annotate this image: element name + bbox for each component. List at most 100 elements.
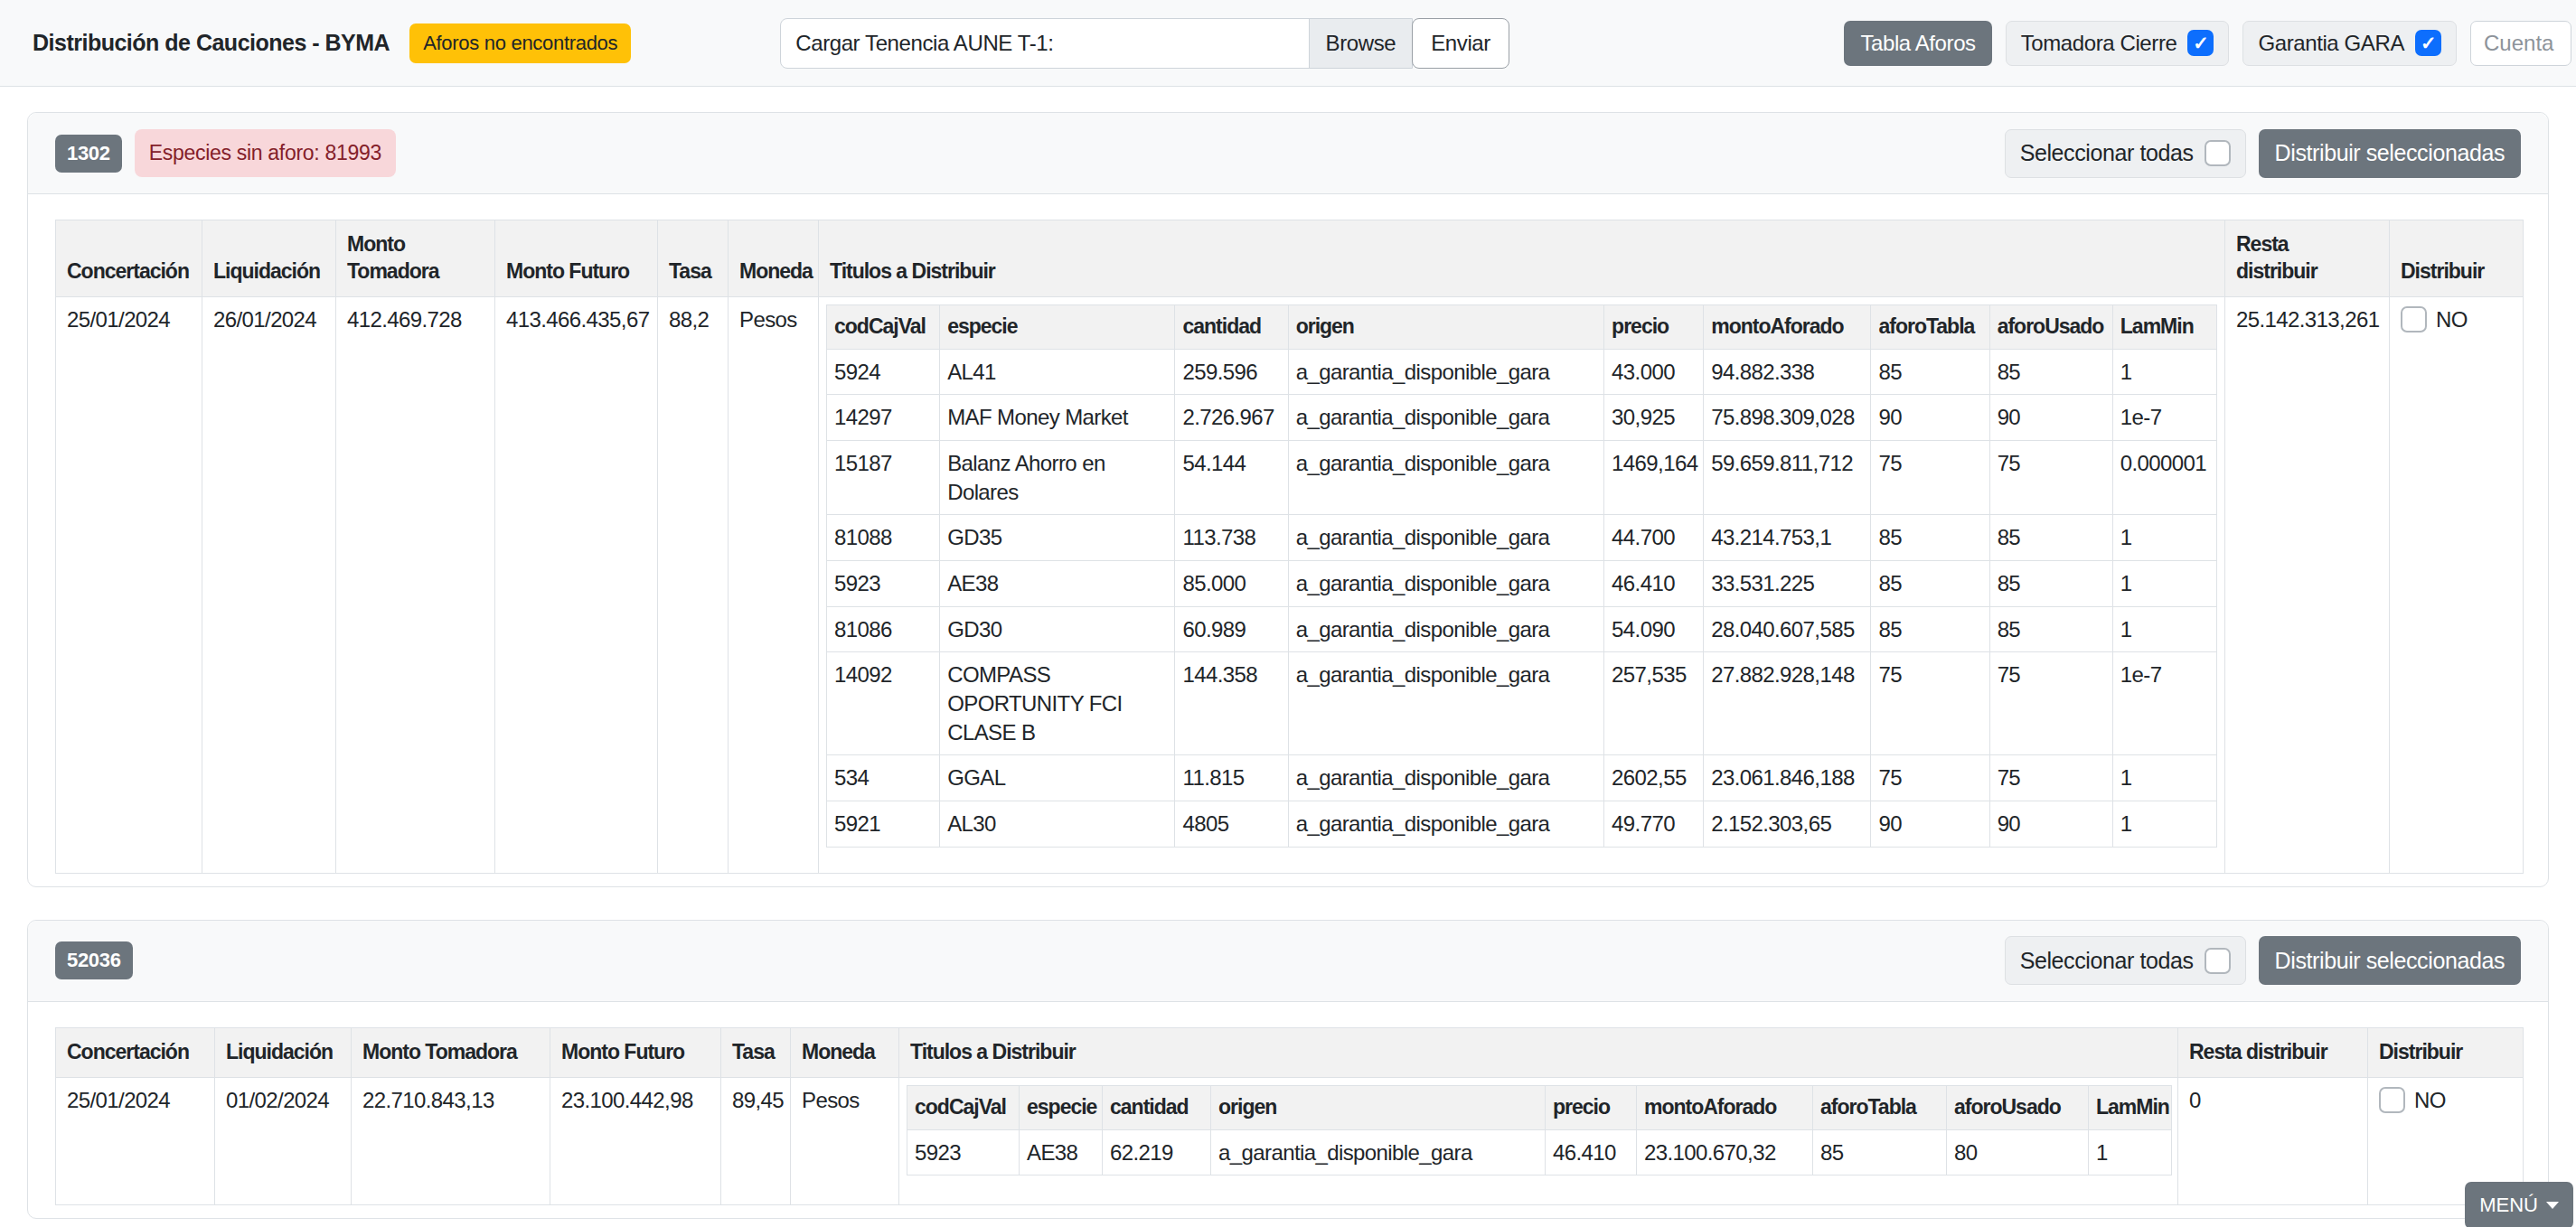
titulos-table: codCajVal especie cantidad origen precio… <box>907 1085 2172 1176</box>
col-codcajval: codCajVal <box>827 304 940 349</box>
titulo-cell: GGAL <box>940 755 1175 801</box>
titulo-cell: a_garantia_disponible_gara <box>1288 652 1603 755</box>
cell-monto-futuro: 413.466.435,67 <box>495 296 658 873</box>
col-lammin: LamMin <box>2112 304 2216 349</box>
menu-button[interactable]: MENÚ <box>2465 1182 2573 1227</box>
especies-sin-aforo-badge: Especies sin aforo: 81993 <box>135 129 396 177</box>
titulo-cell: 2.152.303,65 <box>1704 801 1871 848</box>
col-precio: precio <box>1546 1085 1637 1129</box>
titulo-cell: 80 <box>1947 1129 2089 1175</box>
caucion-card-1: 1302 Especies sin aforo: 81993 Seleccion… <box>27 112 2549 887</box>
enviar-button[interactable]: Enviar <box>1412 18 1509 69</box>
cell-concertacion: 25/01/2024 <box>56 1077 215 1205</box>
cell-titulos: codCajVal especie cantidad origen precio… <box>819 296 2225 873</box>
select-all-checkbox[interactable] <box>2205 140 2231 166</box>
distribuir-checkbox[interactable] <box>2401 306 2427 333</box>
col-cantidad: cantidad <box>1175 304 1288 349</box>
card-1-actions: Seleccionar todas Distribuir seleccionad… <box>2005 129 2521 178</box>
titulo-cell: 81088 <box>827 515 940 561</box>
distribute-selected-button[interactable]: Distribuir seleccionadas <box>2259 936 2521 985</box>
titulo-cell: 5923 <box>907 1129 1020 1175</box>
titulo-cell: 4805 <box>1175 801 1288 848</box>
tomadora-cierre-toggle[interactable]: Tomadora Cierre ✓ <box>2006 21 2230 66</box>
titulo-cell: a_garantia_disponible_gara <box>1288 349 1603 395</box>
col-lammin: LamMin <box>2089 1085 2172 1129</box>
cell-tasa: 88,2 <box>658 296 729 873</box>
titulo-cell: 54.144 <box>1175 441 1288 515</box>
titulo-cell: 1 <box>2089 1129 2172 1175</box>
titulo-cell: AL30 <box>940 801 1175 848</box>
card-2-badges: 52036 <box>55 941 133 979</box>
col-monto-tomadora: Monto Tomadora <box>336 220 495 297</box>
file-input[interactable]: Cargar Tenencia AUNE T-1: Browse <box>780 18 1413 69</box>
browse-button[interactable]: Browse <box>1309 19 1413 68</box>
titulo-cell: 85 <box>1989 606 2112 652</box>
caucion-row: 25/01/2024 01/02/2024 22.710.843,13 23.1… <box>56 1077 2524 1205</box>
titulo-cell: 14297 <box>827 395 940 441</box>
top-navbar: Distribución de Cauciones - BYMA Aforos … <box>0 0 2576 87</box>
titulo-cell: 33.531.225 <box>1704 561 1871 607</box>
distribute-selected-button[interactable]: Distribuir seleccionadas <box>2259 129 2521 178</box>
cell-resta-distribuir: 0 <box>2178 1077 2368 1205</box>
select-all-toggle[interactable]: Seleccionar todas <box>2005 936 2246 985</box>
col-resta-distribuir: Resta distribuir <box>2178 1027 2368 1077</box>
titulo-cell: 1e-7 <box>2112 652 2216 755</box>
col-precio: precio <box>1604 304 1704 349</box>
titulo-cell: 23.100.670,32 <box>1637 1129 1813 1175</box>
cell-liquidacion: 26/01/2024 <box>202 296 336 873</box>
titulo-cell: 46.410 <box>1604 561 1704 607</box>
col-monto-futuro: Monto Futuro <box>495 220 658 297</box>
titulo-cell: 90 <box>1871 801 1989 848</box>
titulo-cell: a_garantia_disponible_gara <box>1288 395 1603 441</box>
cell-liquidacion: 01/02/2024 <box>215 1077 352 1205</box>
titulo-cell: AE38 <box>940 561 1175 607</box>
cell-moneda: Pesos <box>791 1077 899 1205</box>
titulos-header-row: codCajVal especie cantidad origen precio… <box>907 1085 2172 1129</box>
distribuir-label: NO <box>2414 1086 2446 1115</box>
garantia-gara-toggle[interactable]: Garantia GARA ✓ <box>2242 21 2457 66</box>
titulo-cell: COMPASS OPORTUNITY FCI CLASE B <box>940 652 1175 755</box>
card-2-actions: Seleccionar todas Distribuir seleccionad… <box>2005 936 2521 985</box>
select-all-toggle[interactable]: Seleccionar todas <box>2005 129 2246 178</box>
tabla-aforos-button[interactable]: Tabla Aforos <box>1844 21 1991 66</box>
titulo-cell: 1 <box>2112 561 2216 607</box>
cuenta-input[interactable] <box>2470 21 2571 66</box>
caret-down-icon <box>2546 1202 2559 1209</box>
tomadora-cierre-checkbox[interactable]: ✓ <box>2187 30 2214 56</box>
select-all-checkbox[interactable] <box>2205 948 2231 974</box>
titulo-cell: 60.989 <box>1175 606 1288 652</box>
file-input-label: Cargar Tenencia AUNE T-1: <box>781 19 1308 68</box>
titulo-cell: 81086 <box>827 606 940 652</box>
col-resta-distribuir: Resta distribuir <box>2225 220 2390 297</box>
titulo-cell: 85.000 <box>1175 561 1288 607</box>
card-1-header: 1302 Especies sin aforo: 81993 Seleccion… <box>28 113 2548 194</box>
col-concertacion: Concertación <box>56 220 202 297</box>
titulo-cell: 59.659.811,712 <box>1704 441 1871 515</box>
titulo-row: 14092COMPASS OPORTUNITY FCI CLASE B144.3… <box>827 652 2217 755</box>
caucion-table: Concertación Liquidación Monto Tomadora … <box>55 220 2524 874</box>
titulo-cell: 28.040.607,585 <box>1704 606 1871 652</box>
titulo-row: 14297MAF Money Market2.726.967a_garantia… <box>827 395 2217 441</box>
distribuir-checkbox[interactable] <box>2379 1087 2405 1113</box>
col-liquidacion: Liquidación <box>215 1027 352 1077</box>
cell-distribuir: NO <box>2390 296 2524 873</box>
titulo-cell: a_garantia_disponible_gara <box>1288 561 1603 607</box>
titulo-cell: 90 <box>1871 395 1989 441</box>
col-monto-tomadora: Monto Tomadora <box>352 1027 550 1077</box>
cell-resta-distribuir: 25.142.313,261 <box>2225 296 2390 873</box>
titulo-cell: 46.410 <box>1546 1129 1637 1175</box>
caucion-table-header-row: Concertación Liquidación Monto Tomadora … <box>56 1027 2524 1077</box>
titulo-cell: 1 <box>2112 755 2216 801</box>
titulo-cell: 43.214.753,1 <box>1704 515 1871 561</box>
garantia-gara-checkbox[interactable]: ✓ <box>2415 30 2441 56</box>
titulo-row: 5924AL41259.596a_garantia_disponible_gar… <box>827 349 2217 395</box>
col-origen: origen <box>1211 1085 1546 1129</box>
col-origen: origen <box>1288 304 1603 349</box>
titulo-cell: 49.770 <box>1604 801 1704 848</box>
caucion-id-badge: 52036 <box>55 941 133 979</box>
titulo-cell: a_garantia_disponible_gara <box>1288 801 1603 848</box>
titulo-cell: 534 <box>827 755 940 801</box>
navbar-right: Tabla Aforos Tomadora Cierre ✓ Garantia … <box>1844 21 2571 66</box>
titulo-cell: 85 <box>1871 349 1989 395</box>
titulo-cell: 75 <box>1989 755 2112 801</box>
